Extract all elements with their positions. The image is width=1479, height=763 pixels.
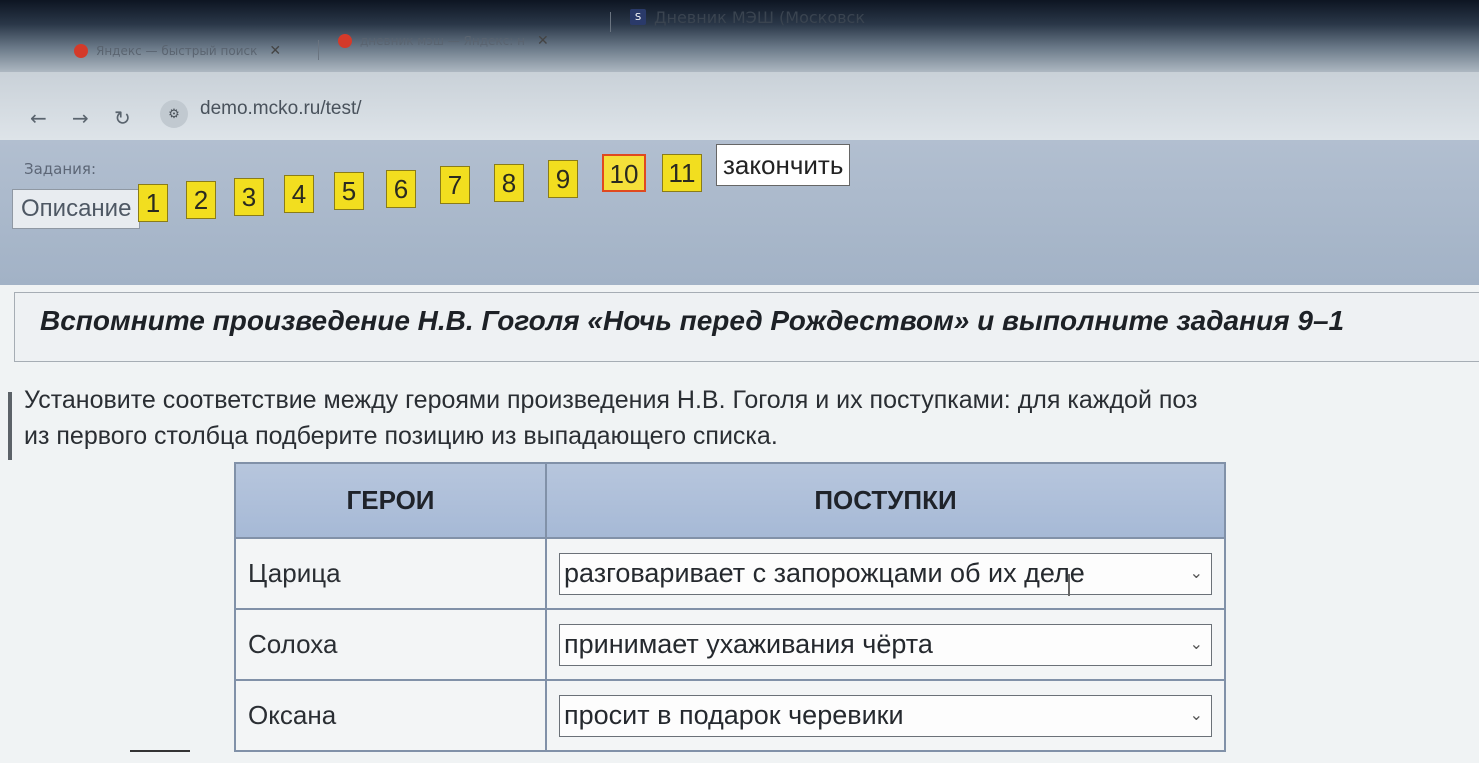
reload-icon[interactable]: ↻ <box>114 106 131 130</box>
finish-button[interactable]: закончить <box>716 144 851 186</box>
mouse-cursor-icon <box>1068 574 1084 596</box>
site-settings-icon[interactable]: ⚙ <box>160 100 188 128</box>
select-value: разговаривает с запорожцами об их деле <box>564 558 1085 589</box>
task-11-button[interactable]: 11 <box>662 154 702 192</box>
action-cell: разговаривает с запорожцами об их деле ⌄ <box>545 537 1226 611</box>
mesh-icon: S <box>630 9 646 25</box>
description-button[interactable]: Описание <box>12 189 141 229</box>
instruction-line-1: Установите соответствие между героями пр… <box>24 386 1198 414</box>
back-arrow-icon[interactable]: ← <box>30 106 47 130</box>
browser-tab-bar: Яндекс — быстрый поиск ✕ дневник мэш — Я… <box>0 0 1479 80</box>
divider <box>130 750 190 752</box>
task-8-button[interactable]: 8 <box>494 164 524 202</box>
hero-cell: Царица <box>234 537 547 611</box>
table-row: Солоха принимает ухаживания чёрта ⌄ <box>234 608 1226 682</box>
tab-title: дневник мэш — Яндекс: н <box>360 34 525 48</box>
task-instruction: Установите соответствие между героями пр… <box>24 382 1479 454</box>
hero-cell: Солоха <box>234 608 547 682</box>
chevron-down-icon: ⌄ <box>1189 635 1203 653</box>
browser-tab[interactable]: Яндекс — быстрый поиск ✕ <box>74 34 281 68</box>
task-4-button[interactable]: 4 <box>284 175 314 213</box>
action-select[interactable]: просит в подарок черевики ⌄ <box>559 694 1212 737</box>
task-marker <box>8 392 12 460</box>
matching-table: ГЕРОИ ПОСТУПКИ Царица разговаривает с за… <box>234 461 1226 752</box>
tab-title: Дневник МЭШ (Московск <box>654 7 865 27</box>
task-5-button[interactable]: 5 <box>334 172 364 210</box>
hero-cell: Оксана <box>234 679 547 752</box>
yandex-icon <box>74 44 88 58</box>
tab-separator <box>610 12 611 32</box>
task-7-button[interactable]: 7 <box>440 166 470 204</box>
select-value: принимает ухаживания чёрта <box>564 629 933 660</box>
close-icon[interactable]: ✕ <box>269 43 281 59</box>
action-cell: принимает ухаживания чёрта ⌄ <box>545 608 1226 682</box>
close-icon[interactable]: ✕ <box>537 33 549 49</box>
task-10-button[interactable]: 10 <box>602 154 646 192</box>
task-3-button[interactable]: 3 <box>234 178 264 216</box>
column-header-actions: ПОСТУПКИ <box>545 461 1226 540</box>
task-6-button[interactable]: 6 <box>386 170 416 208</box>
yandex-icon <box>338 34 352 48</box>
task-1-button[interactable]: 1 <box>138 184 168 222</box>
column-header-heroes: ГЕРОИ <box>234 461 547 540</box>
tab-separator <box>318 40 319 60</box>
tasks-label: Задания: <box>24 160 97 178</box>
tab-title: Яндекс — быстрый поиск <box>96 44 258 58</box>
browser-tab[interactable]: S Дневник МЭШ (Московск <box>630 0 865 34</box>
action-cell: просит в подарок черевики ⌄ <box>545 679 1226 752</box>
forward-arrow-icon[interactable]: → <box>72 106 89 130</box>
task-heading: Вспомните произведение Н.В. Гоголя «Ночь… <box>40 305 1345 336</box>
url-field[interactable]: demo.mcko.ru/test/ <box>200 98 362 120</box>
select-value: просит в подарок черевики <box>564 700 904 731</box>
chevron-down-icon: ⌄ <box>1189 706 1203 724</box>
chevron-down-icon: ⌄ <box>1189 564 1203 582</box>
task-9-button[interactable]: 9 <box>548 160 578 198</box>
instruction-line-2: из первого столбца подберите позицию из … <box>24 422 778 450</box>
action-select[interactable]: разговаривает с запорожцами об их деле ⌄ <box>559 552 1212 595</box>
browser-tab[interactable]: дневник мэш — Яндекс: н ✕ <box>338 24 549 58</box>
table-header-row: ГЕРОИ ПОСТУПКИ <box>234 461 1226 540</box>
action-select[interactable]: принимает ухаживания чёрта ⌄ <box>559 623 1212 666</box>
task-2-button[interactable]: 2 <box>186 181 216 219</box>
table-row: Оксана просит в подарок черевики ⌄ <box>234 679 1226 752</box>
